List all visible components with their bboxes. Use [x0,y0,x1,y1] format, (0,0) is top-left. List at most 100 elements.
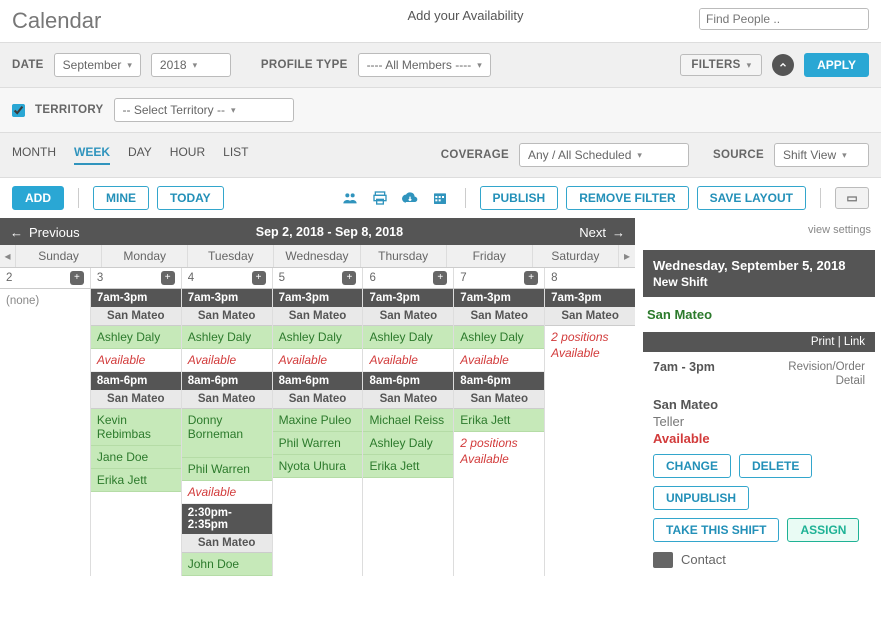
shift-person[interactable]: Ashley Daly [363,326,453,349]
shift-time: 7am-3pm [182,289,272,307]
take-shift-button[interactable]: TAKE THIS SHIFT [653,518,779,542]
shift-location: San Mateo [273,390,363,409]
shift-location: San Mateo [454,307,544,326]
shift-person[interactable]: Erika Jett [363,455,453,478]
shift-location: San Mateo [91,307,181,326]
shift-time: 8am-6pm [363,372,453,390]
shift-time: 2:30pm-2:35pm [182,504,272,534]
people-icon[interactable] [339,187,361,209]
shift-person[interactable]: Donny Borneman [182,409,272,458]
add-shift-icon[interactable]: + [161,271,175,285]
territory-label: TERRITORY [35,104,104,116]
coverage-select[interactable]: Any / All Scheduled▾ [519,143,689,167]
tab-list[interactable]: LIST [223,145,248,165]
apply-button[interactable]: APPLY [804,53,869,77]
search-people[interactable] [699,8,869,30]
shift-location: San Mateo [273,307,363,326]
shift-person[interactable]: Erika Jett [91,469,181,492]
shift-person[interactable]: Phil Warren [182,458,272,481]
shift-person[interactable]: Ashley Daly [273,326,363,349]
download-icon[interactable] [399,187,421,209]
arrow-left-icon: ← [10,225,23,240]
profile-type-select[interactable]: ---- All Members ----▾ [358,53,491,77]
shift-person[interactable]: Maxine Puleo [273,409,363,432]
chevron-down-icon: ▾ [193,60,198,71]
search-icon[interactable] [867,9,869,29]
tab-week[interactable]: WEEK [74,145,110,165]
shift-person[interactable]: Michael Reiss [363,409,453,432]
shift-time: 7am-3pm [91,289,181,307]
add-shift-icon[interactable]: + [70,271,84,285]
availability-link[interactable]: Add your Availability [232,8,699,23]
available-slot[interactable]: Available [182,481,272,504]
email-icon[interactable] [653,552,673,568]
detail-role: Teller [653,414,865,429]
view-settings-link[interactable]: view settings [643,218,875,242]
tab-month[interactable]: MONTH [12,145,56,165]
shift-person[interactable]: Kevin Rebimbas [91,409,181,446]
available-slot[interactable]: Available [273,349,363,372]
shift-person[interactable]: Erika Jett [454,409,544,432]
source-select[interactable]: Shift View▾ [774,143,869,167]
publish-button[interactable]: PUBLISH [480,186,559,210]
print-link[interactable]: Print [811,336,835,348]
grid-view-icon[interactable]: ▭ [835,187,869,209]
contact-link[interactable]: Contact [681,552,726,567]
none-label: (none) [0,289,90,313]
profile-type-label: PROFILE TYPE [261,59,348,71]
available-slot[interactable]: Available [182,349,272,372]
scroll-right-icon[interactable]: ▸ [619,245,635,267]
shift-person[interactable]: Ashley Daly [454,326,544,349]
tab-day[interactable]: DAY [128,145,152,165]
delete-button[interactable]: DELETE [739,454,812,478]
today-button[interactable]: TODAY [157,186,224,210]
month-select[interactable]: September▾ [54,53,141,77]
mine-button[interactable]: MINE [93,186,149,210]
positions-available[interactable]: 2 positionsAvailable [454,432,544,470]
shift-person[interactable]: John Doe [182,553,272,576]
year-select[interactable]: 2018▾ [151,53,231,77]
available-slot[interactable]: Available [363,349,453,372]
territory-select[interactable]: -- Select Territory --▾ [114,98,294,122]
available-slot[interactable]: Available [91,349,181,372]
add-shift-icon[interactable]: + [433,271,447,285]
filters-dropdown[interactable]: FILTERS▾ [680,54,762,76]
revision-link[interactable]: Revision/OrderDetail [788,360,865,389]
remove-filter-button[interactable]: REMOVE FILTER [566,186,688,210]
shift-person[interactable]: Phil Warren [273,432,363,455]
positions-available[interactable]: 2 positionsAvailable [545,326,635,364]
link-link[interactable]: Link [844,336,865,348]
shift-person[interactable]: Ashley Daly [91,326,181,349]
shift-person[interactable]: Ashley Daly [363,432,453,455]
scroll-left-icon[interactable]: ◂ [0,245,16,267]
date-range: Sep 2, 2018 - Sep 8, 2018 [90,225,570,239]
available-slot[interactable]: Available [454,349,544,372]
unpublish-button[interactable]: UNPUBLISH [653,486,749,510]
add-shift-icon[interactable]: + [524,271,538,285]
add-shift-icon[interactable]: + [342,271,356,285]
territory-checkbox[interactable] [12,104,25,117]
shift-time: 7am-3pm [363,289,453,307]
shift-time: 7am-3pm [454,289,544,307]
add-button[interactable]: ADD [12,186,64,210]
tab-hour[interactable]: HOUR [170,145,205,165]
shift-person[interactable]: Jane Doe [91,446,181,469]
next-week-button[interactable]: Next → [569,225,635,240]
add-shift-icon[interactable]: + [252,271,266,285]
assign-button[interactable]: ASSIGN [787,518,859,542]
change-button[interactable]: CHANGE [653,454,731,478]
prev-week-button[interactable]: ← Previous [0,225,90,240]
calendar-icon[interactable] [429,187,451,209]
day-header: Wednesday [274,245,360,267]
day-header: Monday [102,245,188,267]
save-layout-button[interactable]: SAVE LAYOUT [697,186,806,210]
collapse-toggle-icon[interactable] [772,54,794,76]
print-icon[interactable] [369,187,391,209]
search-input[interactable] [700,9,867,29]
shift-location: San Mateo [454,390,544,409]
detail-date: Wednesday, September 5, 2018 [653,258,865,273]
day-number: 5 [279,272,285,284]
detail-location-link[interactable]: San Mateo [643,297,875,332]
shift-person[interactable]: Nyota Uhura [273,455,363,478]
shift-person[interactable]: Ashley Daly [182,326,272,349]
